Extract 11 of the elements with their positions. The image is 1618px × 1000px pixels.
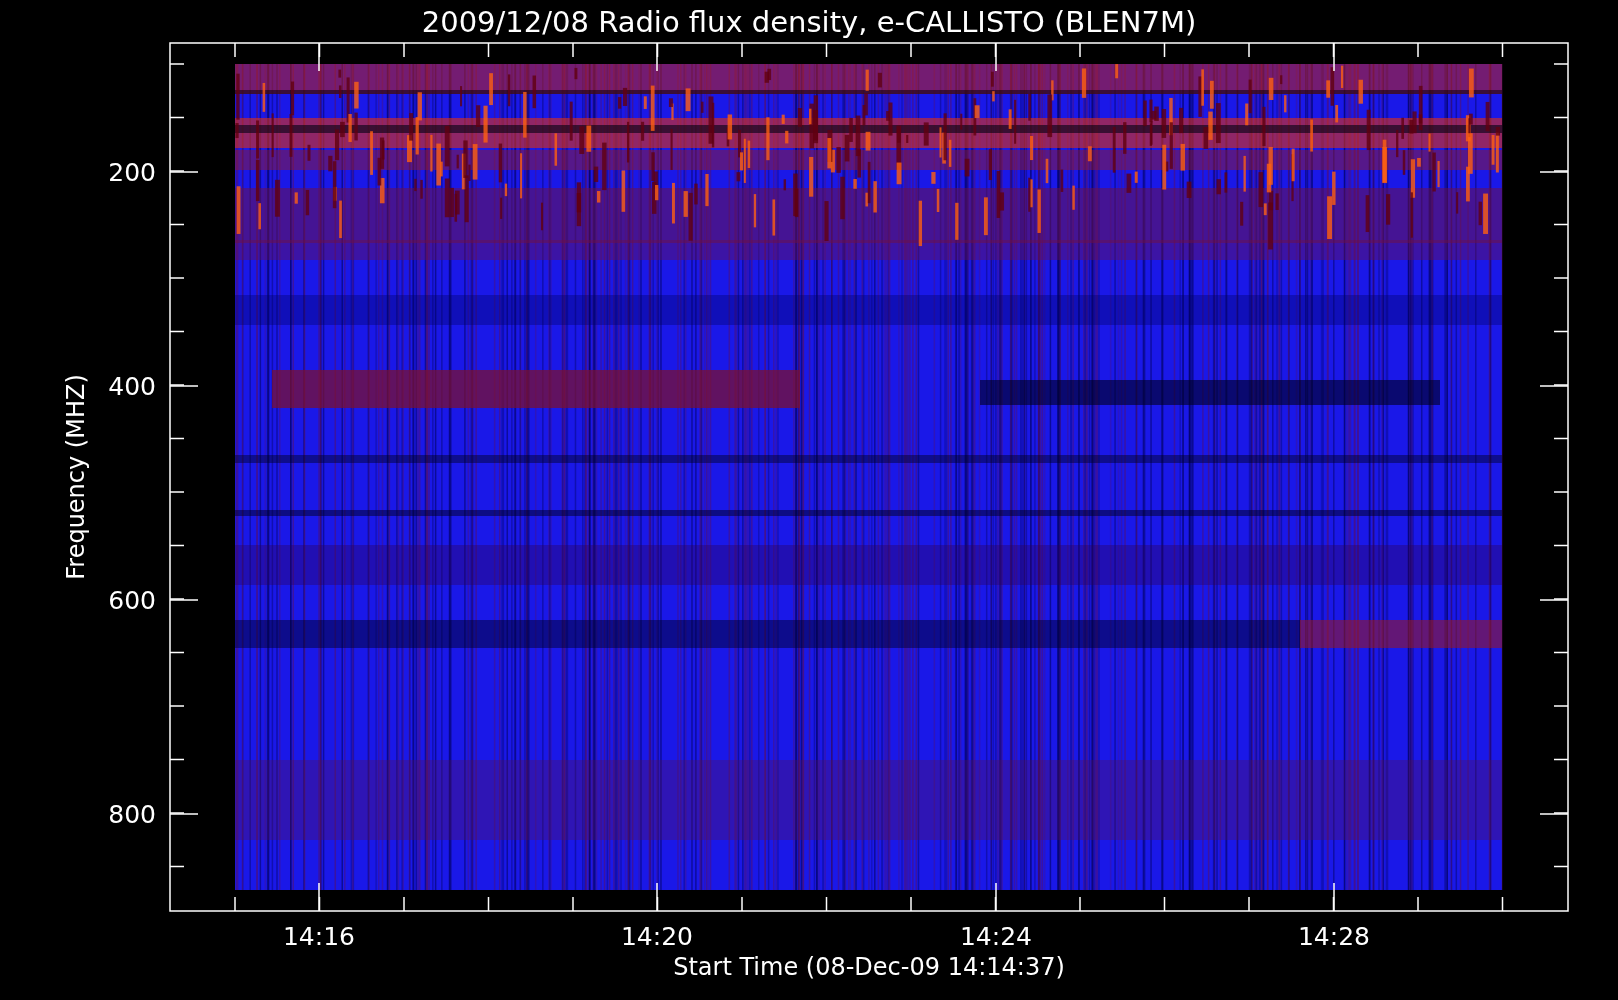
y-tick-label: 600 [108,586,156,615]
x-tick-label: 14:20 [621,922,693,951]
x-tick-label: 14:28 [1298,922,1370,951]
y-tick-label: 800 [108,800,156,829]
y-tick-label: 200 [108,158,156,187]
x-axis-label: Start Time (08-Dec-09 14:14:37) [673,953,1065,981]
y-tick-label: 400 [108,372,156,401]
x-tick-label: 14:16 [283,922,355,951]
y-axis-label: Frequency (MHZ) [62,374,90,580]
x-tick-label: 14:24 [960,922,1032,951]
chart-title: 2009/12/08 Radio flux density, e-CALLISTO (BLEN7M) [421,5,1197,39]
